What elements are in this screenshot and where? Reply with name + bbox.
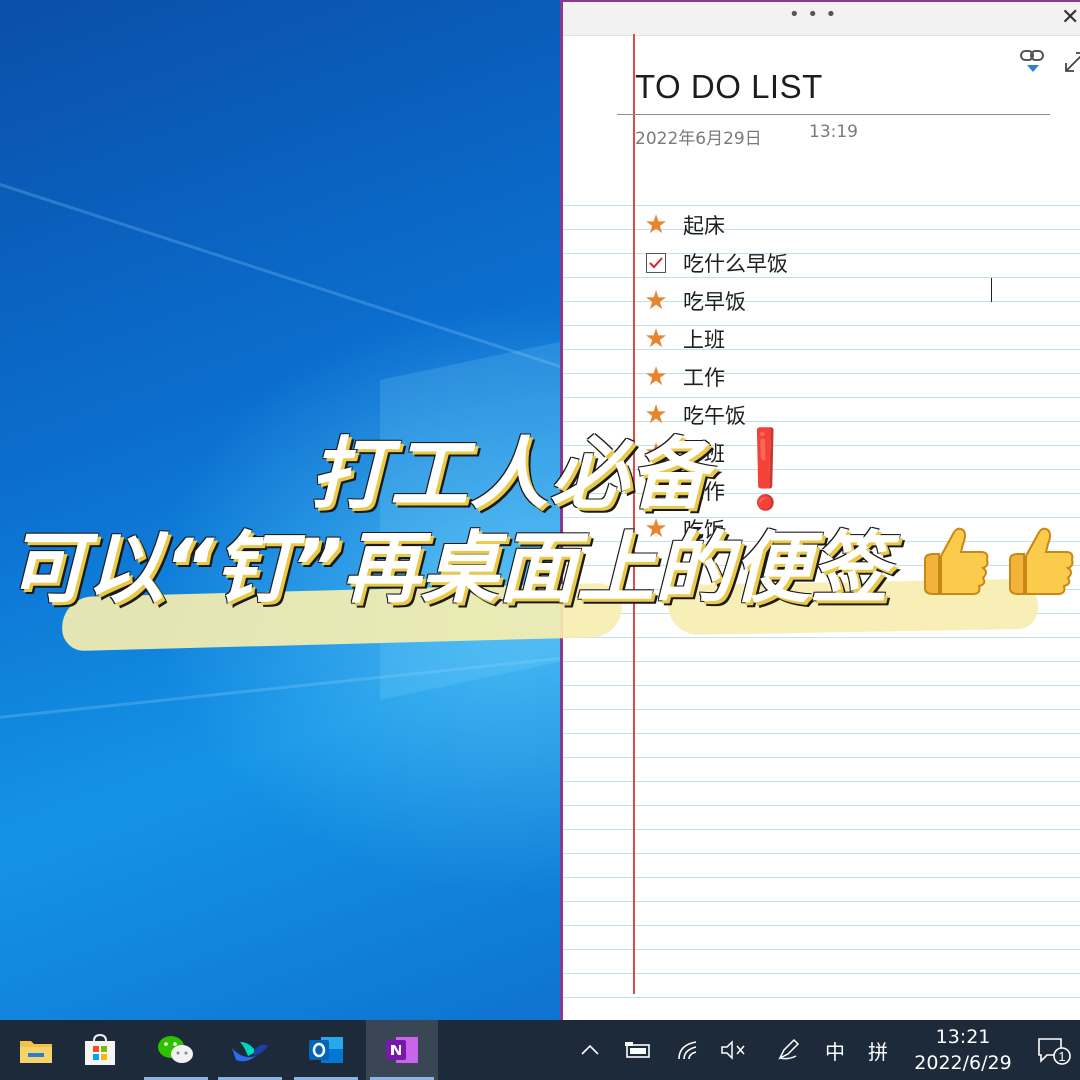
star-icon: ★ bbox=[644, 286, 668, 316]
clock-date: 2022/6/29 bbox=[914, 1052, 1012, 1074]
show-hidden-icons-button[interactable] bbox=[578, 1034, 602, 1066]
notification-center-icon[interactable]: 1 bbox=[1034, 1034, 1074, 1066]
star-icon: ★ bbox=[644, 324, 668, 354]
checkbox-checked[interactable] bbox=[643, 250, 669, 276]
todo-text[interactable]: 起床 bbox=[683, 210, 725, 240]
todo-text[interactable]: 工作 bbox=[683, 362, 725, 392]
notification-count: 1 bbox=[1058, 1049, 1065, 1064]
more-options-icon[interactable]: • • • bbox=[789, 4, 837, 25]
todo-text[interactable]: 吃早饭 bbox=[683, 286, 746, 316]
todo-text[interactable]: 上班 bbox=[683, 324, 725, 354]
microsoft-store-icon[interactable] bbox=[64, 1020, 136, 1080]
wechat-icon[interactable] bbox=[140, 1020, 212, 1080]
star-icon: ★ bbox=[644, 210, 668, 240]
thumbs-up-icon bbox=[1000, 520, 1080, 602]
ime-mode-indicator[interactable]: 中 bbox=[820, 1034, 850, 1066]
title-underline bbox=[617, 114, 1050, 115]
volume-muted-icon[interactable] bbox=[718, 1034, 748, 1066]
thumbs-up-icon bbox=[915, 520, 997, 602]
battery-icon[interactable] bbox=[622, 1034, 654, 1066]
taskbar: 中 拼 13:21 2022/6/29 1 bbox=[0, 1020, 1080, 1080]
expand-icon[interactable] bbox=[1063, 50, 1080, 74]
note-date: 2022年6月29日 bbox=[635, 129, 762, 149]
pen-icon[interactable] bbox=[774, 1034, 802, 1066]
ime-type-indicator[interactable]: 拼 bbox=[864, 1034, 892, 1066]
star-icon: ★ bbox=[644, 362, 668, 392]
caption-line-2: 可以“钉”再桌面上的便签 bbox=[8, 524, 889, 614]
todo-item[interactable]: ★ 起床 bbox=[643, 206, 1063, 244]
close-button[interactable]: ✕ bbox=[1061, 4, 1080, 32]
todo-text[interactable]: 吃什么早饭 bbox=[683, 248, 788, 278]
todo-item[interactable]: ★ 上班 bbox=[643, 320, 1063, 358]
onenote-icon[interactable] bbox=[366, 1020, 438, 1080]
todo-item[interactable]: ★ 工作 bbox=[643, 358, 1063, 396]
exclamation-icon: ❗ bbox=[718, 424, 813, 513]
file-explorer-icon[interactable] bbox=[0, 1020, 72, 1080]
feishu-icon[interactable] bbox=[214, 1020, 286, 1080]
outlook-icon[interactable] bbox=[290, 1020, 362, 1080]
todo-item[interactable]: 吃什么早饭 bbox=[643, 244, 1063, 282]
link-icon[interactable] bbox=[1018, 48, 1048, 76]
note-title[interactable]: TO DO LIST bbox=[635, 68, 823, 106]
todo-item[interactable]: ★ 吃早饭 bbox=[643, 282, 1063, 320]
clock-time: 13:21 bbox=[935, 1026, 991, 1048]
note-titlebar[interactable]: • • • ✕ bbox=[563, 2, 1080, 36]
note-time: 13:19 bbox=[809, 122, 858, 142]
wifi-icon[interactable] bbox=[674, 1034, 702, 1066]
clock[interactable]: 13:21 2022/6/29 bbox=[908, 1024, 1018, 1076]
